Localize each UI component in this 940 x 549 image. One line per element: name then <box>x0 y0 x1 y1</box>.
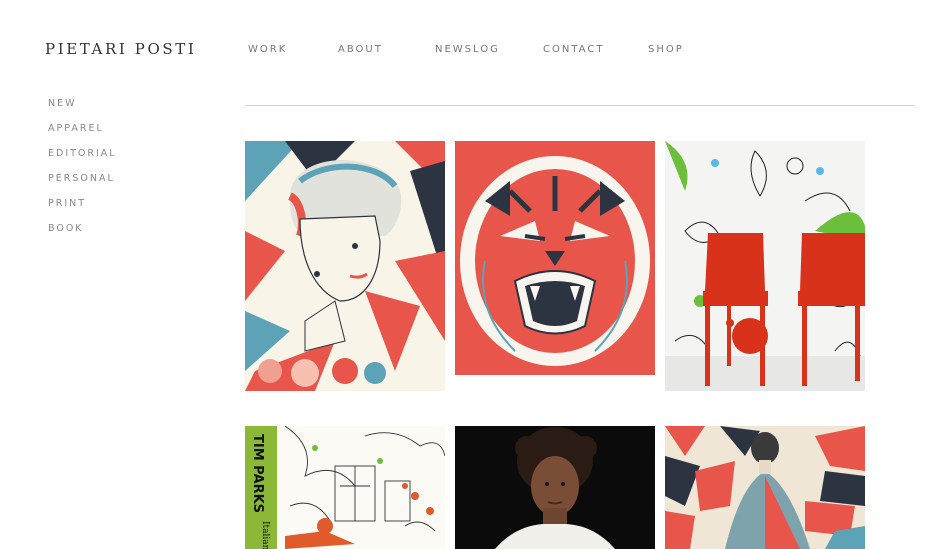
category-new[interactable]: NEW <box>48 98 117 123</box>
nav-newslog[interactable]: NEWSLOG <box>435 44 500 55</box>
nav-about[interactable]: ABOUT <box>338 44 383 55</box>
book-cover-illustration: TIM PARKS Italian <box>245 426 445 549</box>
nav-work[interactable]: WORK <box>248 44 287 55</box>
gallery-thumb-woman-city[interactable] <box>665 426 865 549</box>
gallery-thumb-model-photo[interactable] <box>455 426 655 549</box>
nav-shop[interactable]: SHOP <box>648 44 684 55</box>
woman-city-illustration <box>665 426 865 549</box>
category-apparel[interactable]: APPAREL <box>48 123 117 148</box>
book-cover-subtitle: Italian <box>260 521 270 549</box>
gallery-thumb-woman-portrait[interactable] <box>245 141 445 391</box>
chairs-photo <box>665 141 865 391</box>
gallery-thumb-book-cover[interactable]: TIM PARKS Italian <box>245 426 445 549</box>
woman-portrait-illustration <box>245 141 445 391</box>
model-photo <box>455 426 655 549</box>
gallery-thumb-chairs[interactable] <box>665 141 865 391</box>
category-book[interactable]: BOOK <box>48 223 117 248</box>
nav-contact[interactable]: CONTACT <box>543 44 604 55</box>
gallery-thumb-tiger[interactable] <box>455 141 655 375</box>
category-nav: NEW APPAREL EDITORIAL PERSONAL PRINT BOO… <box>48 98 117 248</box>
site-logo[interactable]: PIETARI POSTI <box>45 40 196 58</box>
header-divider <box>245 105 915 106</box>
book-cover-author: TIM PARKS <box>250 434 265 513</box>
category-personal[interactable]: PERSONAL <box>48 173 117 198</box>
category-editorial[interactable]: EDITORIAL <box>48 148 117 173</box>
category-print[interactable]: PRINT <box>48 198 117 223</box>
tiger-illustration <box>455 141 655 375</box>
